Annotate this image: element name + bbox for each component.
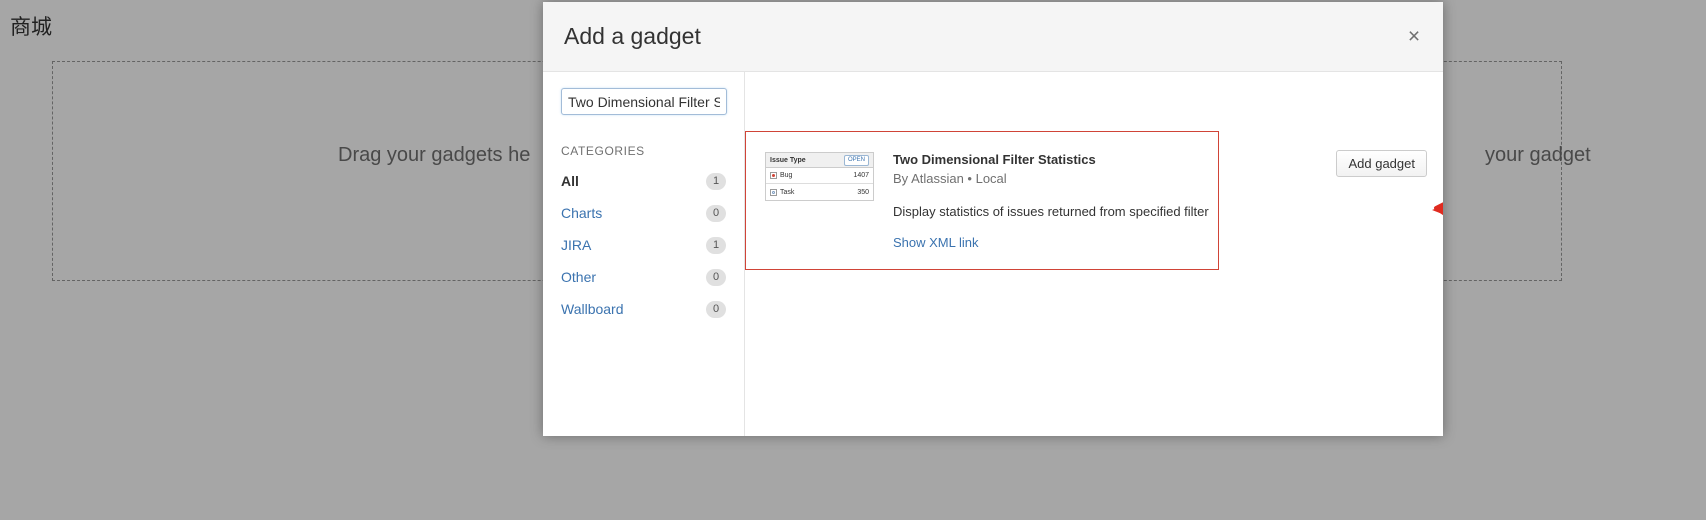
thumbnail-row-label: Bug [780, 172, 793, 179]
dialog-title: Add a gadget [564, 23, 701, 49]
thumbnail-row-value: 350 [857, 188, 869, 196]
category-item-wallboard[interactable]: Wallboard 0 [561, 300, 726, 318]
category-item-all[interactable]: All 1 [561, 172, 726, 190]
category-count: 0 [706, 300, 726, 318]
show-xml-link[interactable]: Show XML link [893, 235, 979, 250]
category-count: 1 [706, 236, 726, 254]
category-count: 0 [706, 268, 726, 286]
thumbnail-status-pill: OPEN [843, 154, 869, 166]
gadget-result-card[interactable]: Issue Type OPEN Bug 1407 Task 350 Two Di… [745, 131, 1219, 270]
category-label: Other [561, 269, 597, 285]
add-gadget-button[interactable]: Add gadget [1336, 150, 1427, 177]
dialog-header: Add a gadget × [543, 2, 1443, 72]
thumbnail-row-value: 1407 [853, 172, 869, 179]
gadget-results-panel: Issue Type OPEN Bug 1407 Task 350 Two Di… [745, 72, 1443, 436]
search-input[interactable] [561, 88, 727, 115]
thumbnail-row-label: Task [780, 188, 795, 196]
task-icon [770, 188, 777, 196]
add-gadget-dialog: Add a gadget × CATEGORIES All 1 Charts 0… [543, 2, 1443, 436]
gadget-info: Two Dimensional Filter Statistics By Atl… [893, 151, 1218, 252]
categories-heading: CATEGORIES [561, 144, 645, 158]
gadget-author: By Atlassian • Local [893, 171, 1007, 186]
thumbnail-header: Issue Type OPEN [766, 153, 873, 168]
thumbnail-row: Task 350 [766, 184, 873, 200]
category-item-other[interactable]: Other 0 [561, 268, 726, 286]
category-count: 0 [706, 204, 726, 222]
category-label: All [561, 173, 579, 189]
gadget-description: Display statistics of issues returned fr… [893, 204, 1209, 219]
category-item-jira[interactable]: JIRA 1 [561, 236, 726, 254]
thumbnail-header-label: Issue Type [770, 156, 806, 164]
category-count: 1 [706, 172, 726, 190]
category-label: JIRA [561, 237, 592, 253]
gadget-sidebar: CATEGORIES All 1 Charts 0 JIRA 1 Other 0… [543, 72, 745, 436]
thumbnail-row: Bug 1407 [766, 168, 873, 184]
category-label: Wallboard [561, 301, 624, 317]
category-label: Charts [561, 205, 603, 221]
gadget-name: Two Dimensional Filter Statistics [893, 152, 1096, 167]
bug-icon [770, 172, 777, 179]
close-icon[interactable]: × [1401, 24, 1427, 50]
red-arrow-annotation [1432, 202, 1443, 216]
gadget-preview-thumbnail: Issue Type OPEN Bug 1407 Task 350 [765, 152, 874, 201]
dialog-body: CATEGORIES All 1 Charts 0 JIRA 1 Other 0… [543, 72, 1443, 436]
category-item-charts[interactable]: Charts 0 [561, 204, 726, 222]
